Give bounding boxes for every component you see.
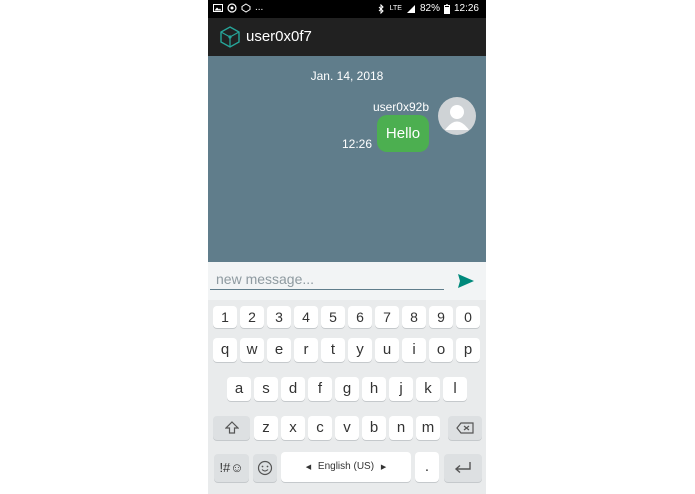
status-bar: ... LTE 82% 12:26 [208, 0, 486, 18]
message-input[interactable] [210, 268, 444, 290]
battery-icon [443, 3, 450, 14]
backspace-icon [456, 422, 474, 434]
enter-icon [454, 462, 471, 474]
key-t[interactable]: t [321, 338, 345, 362]
key-g[interactable]: g [335, 377, 359, 401]
shift-icon [224, 421, 239, 434]
sync-notification-icon [227, 2, 237, 13]
keyboard: 1 2 3 4 5 6 7 8 9 0 q w e r t y u i o p … [208, 300, 486, 494]
backspace-key[interactable] [448, 416, 482, 440]
key-e[interactable]: e [267, 338, 291, 362]
key-j[interactable]: j [389, 377, 413, 401]
composer [208, 262, 486, 300]
key-u[interactable]: u [375, 338, 399, 362]
key-o[interactable]: o [429, 338, 453, 362]
more-notifications: ... [255, 2, 264, 13]
language-label: English (US) [317, 461, 375, 472]
enter-key[interactable] [444, 454, 482, 482]
key-y[interactable]: y [348, 338, 372, 362]
avatar[interactable] [438, 97, 476, 135]
key-k[interactable]: k [416, 377, 440, 401]
key-z[interactable]: z [254, 416, 278, 440]
key-7[interactable]: 7 [375, 306, 399, 328]
chevron-left-icon: ◀ [305, 464, 312, 471]
clock: 12:26 [453, 3, 479, 14]
key-l[interactable]: l [443, 377, 467, 401]
key-v[interactable]: v [335, 416, 359, 440]
message-time: 12:26 [342, 137, 373, 151]
signal-icon [406, 4, 415, 13]
key-3[interactable]: 3 [267, 306, 291, 328]
send-icon[interactable] [457, 273, 475, 289]
key-h[interactable]: h [362, 377, 386, 401]
key-i[interactable]: i [402, 338, 426, 362]
key-0[interactable]: 0 [456, 306, 480, 328]
key-9[interactable]: 9 [429, 306, 453, 328]
key-q[interactable]: q [213, 338, 237, 362]
key-r[interactable]: r [294, 338, 318, 362]
key-m[interactable]: m [416, 416, 440, 440]
key-c[interactable]: c [308, 416, 332, 440]
app-bar: user0x0f7 [208, 18, 486, 56]
battery-percent: 82% [419, 3, 440, 14]
symbols-key[interactable]: !#☺ [214, 454, 249, 482]
key-4[interactable]: 4 [294, 306, 318, 328]
key-f[interactable]: f [308, 377, 332, 401]
period-key[interactable]: . [415, 452, 439, 482]
space-key[interactable]: ◀ English (US) ▶ [281, 452, 411, 482]
cube-network-icon [220, 26, 240, 48]
shift-key[interactable] [213, 416, 250, 440]
key-x[interactable]: x [281, 416, 305, 440]
phone-screen: ... LTE 82% 12:26 user0x0f7 Jan. 14, 201… [208, 0, 486, 494]
message-list[interactable]: Jan. 14, 2018 user0x92b Hello 12:26 [208, 56, 486, 262]
network-type: LTE [389, 5, 402, 12]
chevron-right-icon: ▶ [380, 464, 387, 471]
key-6[interactable]: 6 [348, 306, 372, 328]
key-s[interactable]: s [254, 377, 278, 401]
message-sender: user0x92b [372, 100, 429, 114]
conversation-title: user0x0f7 [246, 28, 312, 45]
key-2[interactable]: 2 [240, 306, 264, 328]
key-b[interactable]: b [362, 416, 386, 440]
app-notification-icon [241, 2, 251, 13]
user-avatar-icon [445, 105, 469, 130]
emoji-key[interactable] [253, 454, 277, 482]
key-p[interactable]: p [456, 338, 480, 362]
key-1[interactable]: 1 [213, 306, 237, 328]
key-a[interactable]: a [227, 377, 251, 401]
emoji-icon [257, 460, 273, 476]
key-d[interactable]: d [281, 377, 305, 401]
key-w[interactable]: w [240, 338, 264, 362]
bluetooth-icon [378, 3, 384, 14]
key-8[interactable]: 8 [402, 306, 426, 328]
key-5[interactable]: 5 [321, 306, 345, 328]
message-bubble[interactable]: Hello [377, 115, 429, 152]
date-separator: Jan. 14, 2018 [310, 69, 384, 83]
key-n[interactable]: n [389, 416, 413, 440]
image-notification-icon [213, 3, 223, 12]
